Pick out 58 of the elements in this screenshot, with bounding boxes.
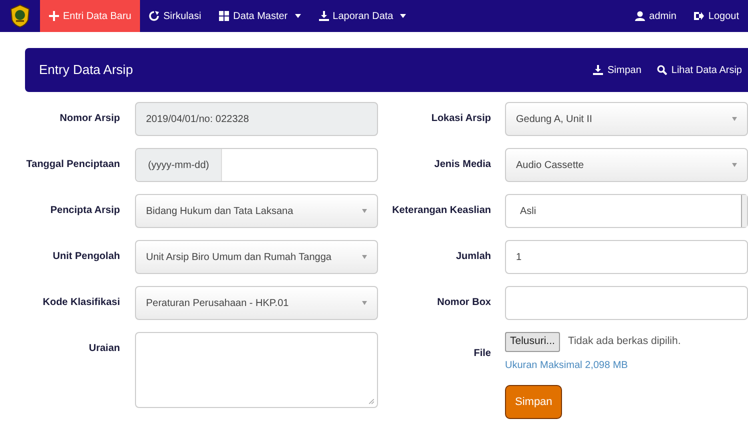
caret-icon <box>362 301 367 305</box>
select-field[interactable]: Unit Arsip Biro Umum dan Rumah Tangga <box>135 240 378 274</box>
text-area[interactable] <box>135 332 378 408</box>
caret-icon <box>294 14 301 18</box>
resize-grip-icon <box>369 399 374 404</box>
nav-link[interactable]: admin <box>626 0 686 32</box>
date-field[interactable]: (yyyy-mm-dd) <box>135 148 378 182</box>
field-label: Keterangan Keaslian <box>391 204 492 218</box>
field-label: Pencipta Arsip <box>49 204 121 218</box>
field-label: Jumlah <box>454 250 492 264</box>
refresh-icon <box>149 11 160 21</box>
select-value: Asli <box>520 204 536 218</box>
field-label: Nomor Box <box>436 296 492 310</box>
field-label: Jenis Media <box>433 158 492 172</box>
field-label: Lokasi Arsip <box>430 112 492 126</box>
browse-button[interactable]: Telusuri... <box>505 332 560 352</box>
panel-link[interactable]: Lihat Data Arsip <box>657 62 742 78</box>
select-field[interactable]: Gedung A, Unit II <box>505 102 748 136</box>
caret-icon <box>362 255 367 259</box>
caret-icon <box>732 163 737 167</box>
download-icon <box>318 11 329 21</box>
plus-icon <box>49 11 59 21</box>
grid-icon <box>219 11 230 21</box>
field-label: Nomor Arsip <box>58 112 121 126</box>
nav-link[interactable]: Data Master <box>210 0 310 32</box>
logout-icon <box>694 11 704 21</box>
select-field[interactable]: Asli <box>505 194 748 228</box>
caret-icon <box>400 14 406 18</box>
caret-icon <box>732 117 737 121</box>
select-field[interactable]: Peraturan Perusahaan - HKP.01 <box>135 286 378 320</box>
select-value: Audio Cassette <box>516 158 584 172</box>
nav-link[interactable]: Entri Data Baru <box>40 0 140 32</box>
select-field[interactable]: Bidang Hukum dan Tata Laksana <box>135 194 378 228</box>
search-icon <box>657 65 668 75</box>
emblem-icon <box>9 4 31 28</box>
select-value: Unit Arsip Biro Umum dan Rumah Tangga <box>146 250 332 264</box>
download-icon <box>593 65 604 75</box>
text-field[interactable] <box>505 286 748 320</box>
field-label: Unit Pengolah <box>52 250 121 264</box>
select-field[interactable]: Audio Cassette <box>505 148 748 182</box>
panel-link[interactable]: Simpan <box>593 62 642 78</box>
select-value: Bidang Hukum dan Tata Laksana <box>146 204 294 218</box>
caret-icon <box>362 209 367 213</box>
help-text: Ukuran Maksimal 2,098 MB <box>505 358 629 373</box>
nav-link[interactable]: Logout <box>685 0 748 32</box>
field-label: Uraian <box>88 342 121 356</box>
nav-link[interactable]: Sirkulasi <box>140 0 210 32</box>
text-field[interactable]: 1 <box>505 240 748 274</box>
file-status: Tidak ada berkas dipilih. <box>568 334 681 349</box>
select-value: Peraturan Perusahaan - HKP.01 <box>146 296 289 310</box>
field-label: Kode Klasifikasi <box>42 296 121 310</box>
user-icon <box>635 11 646 21</box>
input-addon: (yyyy-mm-dd) <box>136 149 222 181</box>
select-value: Gedung A, Unit II <box>516 112 592 126</box>
field-label: Tanggal Penciptaan <box>25 158 121 172</box>
nav-link[interactable]: Laporan Data <box>310 0 416 32</box>
field-label: File <box>472 347 492 361</box>
panel-title: Entry Data Arsip <box>39 61 133 80</box>
